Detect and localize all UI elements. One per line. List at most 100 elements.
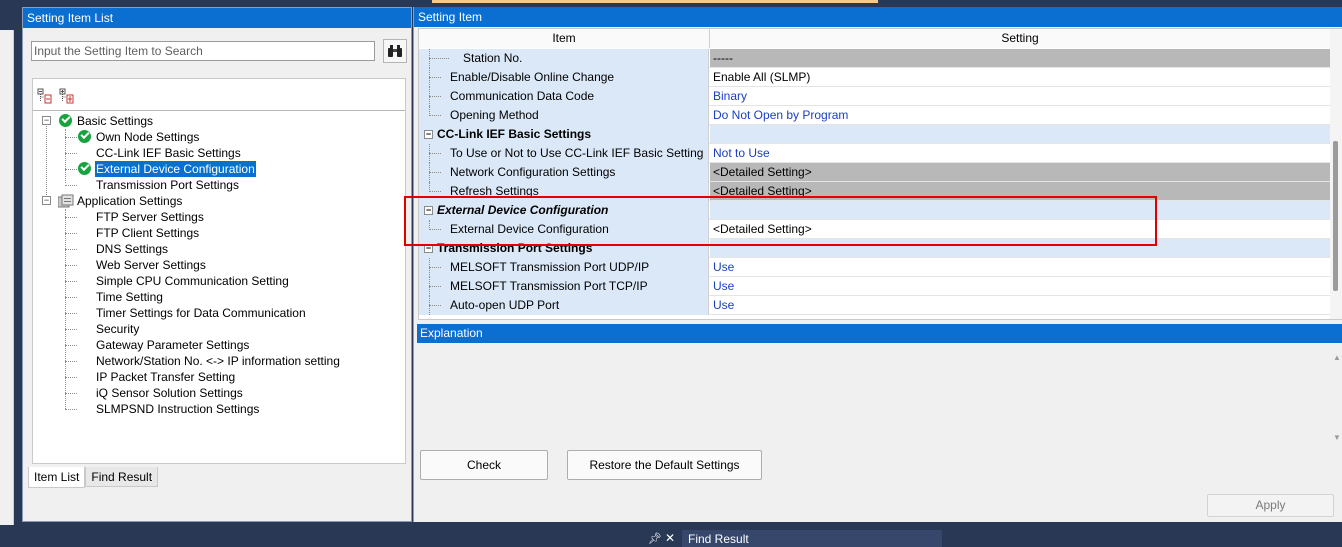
row-item-cell: Enable/Disable Online Change: [419, 68, 709, 87]
scrollbar-thumb[interactable]: [1333, 141, 1338, 291]
row-item-label: Refresh Settings: [450, 184, 539, 198]
tree-item-simple-cpu-communication[interactable]: Simple CPU Communication Setting: [95, 273, 290, 289]
left-dock-edge: [0, 0, 22, 530]
category-label: CC-Link IEF Basic Settings: [437, 127, 592, 141]
tree-item-ip-packet-transfer[interactable]: IP Packet Transfer Setting: [95, 369, 236, 385]
tree-item-security[interactable]: Security: [95, 321, 140, 337]
tree-item-ftp-client-settings[interactable]: FTP Client Settings: [95, 225, 200, 241]
table-row: Network Configuration Settings <Detailed…: [419, 163, 1331, 182]
tree-item-ftp-server-settings[interactable]: FTP Server Settings: [95, 209, 205, 225]
grid-header: Item Setting: [419, 29, 1331, 48]
row-item-label: Network Configuration Settings: [450, 165, 616, 179]
tree-item-dns-settings[interactable]: DNS Settings: [95, 241, 169, 257]
row-item-label: External Device Configuration: [450, 222, 609, 236]
find-result-panel-tab[interactable]: Find Result: [682, 530, 942, 547]
row-value-cell[interactable]: Enable All (SLMP): [710, 68, 1331, 86]
category-row: − Transmission Port Settings: [419, 239, 1331, 258]
search-input[interactable]: [31, 41, 375, 61]
tab-find-result[interactable]: Find Result: [85, 467, 159, 487]
expand-tree-icon: [37, 88, 52, 104]
collapse-toggle[interactable]: −: [42, 116, 51, 125]
tree-node-own-node-settings: Own Node Settings: [33, 129, 393, 145]
row-value-cell[interactable]: <Detailed Setting>: [710, 163, 1331, 181]
row-value-cell[interactable]: Use: [710, 296, 1331, 314]
tree-node-security: Security: [33, 321, 393, 337]
tree-connector: [65, 393, 77, 394]
grid-vertical-scrollbar[interactable]: [1330, 29, 1342, 319]
left-dock-strip: [0, 30, 14, 525]
collapse-toggle[interactable]: −: [424, 130, 433, 139]
row-item-cell: − Transmission Port Settings: [419, 239, 709, 258]
tree-connector: [65, 281, 77, 282]
row-item-cell: − CC-Link IEF Basic Settings: [419, 125, 709, 144]
row-value-cell[interactable]: <Detailed Setting>: [710, 220, 1331, 238]
tree-item-cc-link-ief-basic[interactable]: CC-Link IEF Basic Settings: [95, 145, 242, 161]
tree-node-cc-link: CC-Link IEF Basic Settings: [33, 145, 393, 161]
row-value-cell[interactable]: Do Not Open by Program: [710, 106, 1331, 124]
row-item-cell: Communication Data Code: [419, 87, 709, 106]
row-value-cell[interactable]: Not to Use: [710, 144, 1331, 162]
tree-item-transmission-port-settings[interactable]: Transmission Port Settings: [95, 177, 240, 193]
tree-node-iq-sensor: iQ Sensor Solution Settings: [33, 385, 393, 401]
tree-node-dns: DNS Settings: [33, 241, 393, 257]
apply-button[interactable]: Apply: [1207, 494, 1334, 517]
bottom-dock-bar: 📌︎ ✕ Find Result: [0, 530, 1342, 547]
check-button[interactable]: Check: [420, 450, 548, 480]
category-label: Transmission Port Settings: [437, 241, 593, 255]
active-document-indicator: [432, 0, 878, 3]
tree-connector: [65, 153, 77, 154]
tree-connector: [65, 313, 77, 314]
row-value-cell[interactable]: Binary: [710, 87, 1331, 105]
tree-item-gateway-parameter[interactable]: Gateway Parameter Settings: [95, 337, 250, 353]
scroll-up-icon[interactable]: ▲: [1333, 353, 1341, 362]
collapse-toggle[interactable]: −: [424, 244, 433, 253]
row-value-cell[interactable]: <Detailed Setting>: [710, 182, 1331, 200]
collapse-toggle[interactable]: −: [42, 196, 51, 205]
collapse-all-button[interactable]: [58, 87, 76, 105]
pin-icon[interactable]: 📌︎: [648, 532, 662, 545]
tree-item-timer-settings[interactable]: Timer Settings for Data Communication: [95, 305, 307, 321]
close-icon[interactable]: ✕: [665, 531, 675, 545]
restore-default-settings-button[interactable]: Restore the Default Settings: [567, 450, 762, 480]
application-folder-icon: [58, 194, 74, 208]
row-item-label: Enable/Disable Online Change: [450, 70, 615, 84]
row-value-cell[interactable]: -----: [710, 49, 1331, 67]
binoculars-icon: [388, 45, 402, 57]
explanation-scrollbar[interactable]: ▲ ▼: [1331, 343, 1342, 442]
column-header-item[interactable]: Item: [419, 29, 710, 48]
search-button[interactable]: [383, 39, 407, 63]
row-item-cell: Network Configuration Settings: [419, 163, 709, 182]
row-item-cell: External Device Configuration: [419, 220, 709, 239]
table-row: Refresh Settings <Detailed Setting>: [419, 182, 1331, 201]
collapse-toggle[interactable]: −: [424, 206, 433, 215]
tab-item-list[interactable]: Item List: [28, 467, 86, 488]
tree-item-web-server-settings[interactable]: Web Server Settings: [95, 257, 207, 273]
column-header-setting[interactable]: Setting: [710, 29, 1331, 48]
row-guide-line: [429, 286, 441, 287]
row-value-cell[interactable]: Use: [710, 277, 1331, 295]
category-value-cell: [710, 125, 1331, 143]
tree-node-application-settings: − Application Settings: [33, 193, 393, 209]
setting-tree-frame: − Basic Settings Own Node Settings CC-Li…: [32, 78, 406, 464]
expand-all-button[interactable]: [36, 87, 54, 105]
tree-item-application-settings[interactable]: Application Settings: [76, 193, 183, 209]
table-row: MELSOFT Transmission Port UDP/IP Use: [419, 258, 1331, 277]
left-panel-tabs: Item List Find Result: [28, 467, 159, 488]
row-item-cell: Opening Method: [419, 106, 709, 125]
category-value-cell: [710, 201, 1331, 219]
tree-node-transmission-port: Transmission Port Settings: [33, 177, 393, 193]
row-guide-line: [429, 115, 441, 116]
tree-item-external-device-configuration[interactable]: External Device Configuration: [94, 160, 257, 178]
row-item-label: Opening Method: [450, 108, 539, 122]
scroll-down-icon[interactable]: ▼: [1333, 433, 1341, 442]
row-item-cell: − External Device Configuration: [419, 201, 709, 220]
tree-item-basic-settings[interactable]: Basic Settings: [76, 113, 154, 129]
check-status-icon: [78, 130, 91, 143]
tree-item-own-node-settings[interactable]: Own Node Settings: [95, 129, 200, 145]
row-value-cell[interactable]: Use: [710, 258, 1331, 276]
setting-item-list-panel: Setting Item List Input the Setting Item…: [22, 7, 412, 522]
tree-item-iq-sensor-solution[interactable]: iQ Sensor Solution Settings: [95, 385, 244, 401]
tree-item-slmpsnd-instruction[interactable]: SLMPSND Instruction Settings: [95, 401, 260, 417]
tree-item-network-station-ip[interactable]: Network/Station No. <-> IP information s…: [95, 353, 341, 369]
tree-item-time-setting[interactable]: Time Setting: [95, 289, 164, 305]
